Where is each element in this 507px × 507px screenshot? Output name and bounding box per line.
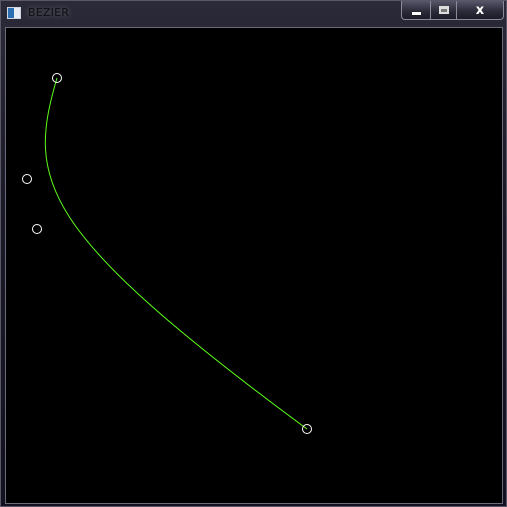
close-icon: x xyxy=(475,2,485,18)
minimize-icon xyxy=(411,11,421,15)
minimize-button[interactable] xyxy=(402,1,430,19)
title-bar[interactable]: BEZIER x xyxy=(1,1,506,27)
app-icon[interactable] xyxy=(7,7,21,19)
maximize-icon xyxy=(438,6,449,14)
window-title: BEZIER xyxy=(28,6,70,19)
close-button[interactable]: x xyxy=(456,1,503,19)
drawing-canvas[interactable] xyxy=(5,27,503,504)
maximize-button[interactable] xyxy=(430,1,456,19)
control-point-1[interactable] xyxy=(22,174,32,184)
caption-buttons: x xyxy=(401,1,504,20)
control-point-2[interactable] xyxy=(32,224,42,234)
bezier-drawing xyxy=(22,73,312,434)
application-window: BEZIER x xyxy=(0,0,507,507)
bezier-curve xyxy=(44,77,308,430)
